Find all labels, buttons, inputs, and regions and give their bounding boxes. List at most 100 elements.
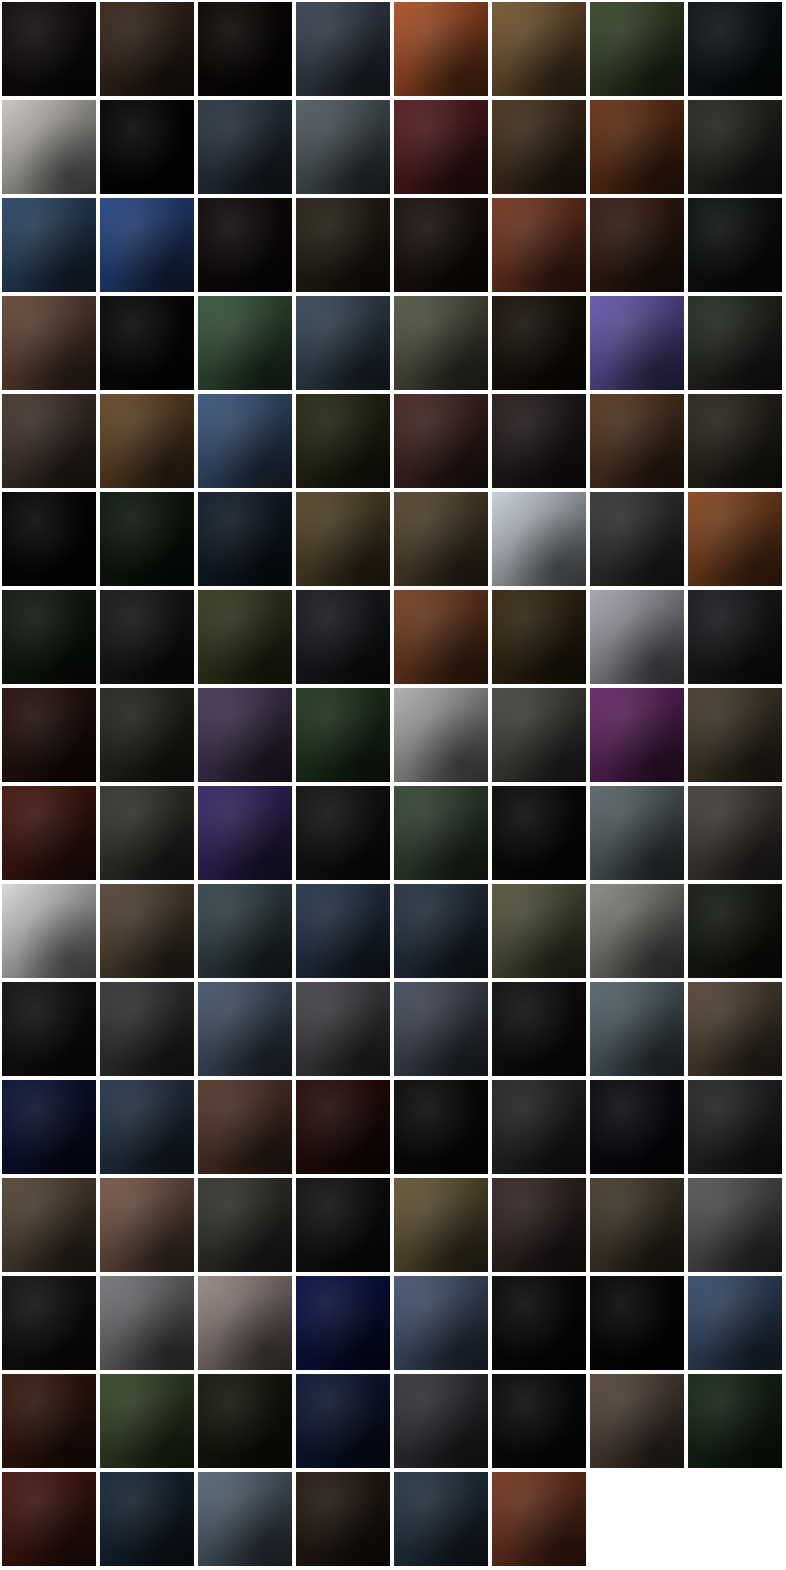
sample-image-tile bbox=[590, 296, 684, 390]
sample-image-tile bbox=[198, 590, 292, 684]
sample-image-tile bbox=[2, 688, 96, 782]
sample-image-tile bbox=[394, 1374, 488, 1468]
sample-image-tile bbox=[394, 786, 488, 880]
sample-image-tile bbox=[492, 1472, 586, 1566]
sample-image-tile bbox=[100, 1374, 194, 1468]
sample-image-tile bbox=[394, 1080, 488, 1174]
sample-image-tile bbox=[296, 296, 390, 390]
sample-image-tile bbox=[2, 394, 96, 488]
sample-image-tile bbox=[2, 1472, 96, 1566]
sample-image-tile bbox=[688, 590, 782, 684]
sample-image-tile bbox=[100, 1472, 194, 1566]
sample-image-tile bbox=[590, 100, 684, 194]
sample-image-tile bbox=[590, 1374, 684, 1468]
sample-image-tile bbox=[198, 1080, 292, 1174]
sample-image-tile bbox=[2, 1080, 96, 1174]
sample-image-tile bbox=[100, 982, 194, 1076]
sample-image-tile bbox=[296, 100, 390, 194]
sample-image-tile bbox=[492, 1276, 586, 1370]
sample-image-tile bbox=[394, 1472, 488, 1566]
sample-image-tile bbox=[296, 198, 390, 292]
sample-image-tile bbox=[2, 786, 96, 880]
sample-image-tile bbox=[492, 884, 586, 978]
sample-image-tile bbox=[688, 296, 782, 390]
sample-image-tile bbox=[198, 688, 292, 782]
sample-image-tile bbox=[2, 296, 96, 390]
sample-image-tile bbox=[590, 786, 684, 880]
sample-image-tile bbox=[394, 2, 488, 96]
sample-image-tile bbox=[100, 1276, 194, 1370]
sample-image-tile bbox=[688, 786, 782, 880]
sample-image-tile bbox=[492, 982, 586, 1076]
sample-image-tile bbox=[492, 492, 586, 586]
sample-image-tile bbox=[100, 1178, 194, 1272]
sample-image-tile bbox=[296, 982, 390, 1076]
sample-image-tile bbox=[688, 2, 782, 96]
sample-image-tile bbox=[688, 100, 782, 194]
sample-image-tile bbox=[100, 394, 194, 488]
sample-image-tile bbox=[296, 1178, 390, 1272]
sample-image-tile bbox=[394, 198, 488, 292]
sample-image-tile bbox=[688, 1080, 782, 1174]
sample-image-tile bbox=[492, 100, 586, 194]
sample-image-tile bbox=[590, 590, 684, 684]
sample-image-tile bbox=[198, 1472, 292, 1566]
sample-image-tile bbox=[688, 394, 782, 488]
sample-image-tile bbox=[394, 884, 488, 978]
sample-image-tile bbox=[198, 2, 292, 96]
sample-image-tile bbox=[590, 198, 684, 292]
sample-image-tile bbox=[590, 2, 684, 96]
sample-image-tile bbox=[2, 884, 96, 978]
sample-image-tile bbox=[296, 1080, 390, 1174]
sample-image-tile bbox=[2, 198, 96, 292]
sample-image-tile bbox=[100, 492, 194, 586]
sample-image-tile bbox=[492, 198, 586, 292]
sample-image-tile bbox=[688, 982, 782, 1076]
sample-image-tile bbox=[198, 1374, 292, 1468]
sample-image-tile bbox=[590, 1080, 684, 1174]
sample-image-tile bbox=[394, 100, 488, 194]
sample-image-tile bbox=[198, 786, 292, 880]
sample-image-tile bbox=[2, 492, 96, 586]
sample-image-tile bbox=[2, 590, 96, 684]
sample-image-tile bbox=[296, 590, 390, 684]
sample-image-tile bbox=[2, 100, 96, 194]
sample-image-tile bbox=[492, 590, 586, 684]
sample-image-tile bbox=[492, 2, 586, 96]
sample-image-tile bbox=[394, 1178, 488, 1272]
sample-image-tile bbox=[394, 688, 488, 782]
sample-image-tile bbox=[100, 590, 194, 684]
sample-image-tile bbox=[688, 688, 782, 782]
sample-image-tile bbox=[198, 296, 292, 390]
sample-image-tile bbox=[296, 1472, 390, 1566]
sample-image-tile bbox=[394, 982, 488, 1076]
sample-image-tile bbox=[2, 982, 96, 1076]
sample-image-tile bbox=[394, 492, 488, 586]
sample-image-tile bbox=[2, 1178, 96, 1272]
sample-image-tile bbox=[492, 296, 586, 390]
sample-image-tile bbox=[296, 394, 390, 488]
sample-image-tile bbox=[688, 1374, 782, 1468]
sample-image-tile bbox=[100, 1080, 194, 1174]
sample-image-tile bbox=[688, 198, 782, 292]
sample-image-tile bbox=[492, 688, 586, 782]
sample-image-tile bbox=[590, 688, 684, 782]
sample-image-tile bbox=[590, 1276, 684, 1370]
sample-image-tile bbox=[296, 2, 390, 96]
sample-image-tile bbox=[198, 1178, 292, 1272]
sample-image-tile bbox=[590, 1178, 684, 1272]
sample-image-tile bbox=[198, 198, 292, 292]
sample-image-tile bbox=[590, 884, 684, 978]
sample-image-tile bbox=[590, 492, 684, 586]
sample-image-tile bbox=[688, 492, 782, 586]
sample-image-tile bbox=[394, 394, 488, 488]
sample-image-tile bbox=[2, 1374, 96, 1468]
sample-image-tile bbox=[492, 786, 586, 880]
sample-image-tile bbox=[198, 1276, 292, 1370]
sample-image-tile bbox=[688, 1178, 782, 1272]
sample-image-tile bbox=[492, 1080, 586, 1174]
sample-image-tile bbox=[688, 1276, 782, 1370]
sample-image-tile bbox=[198, 100, 292, 194]
sample-image-tile bbox=[100, 198, 194, 292]
sample-image-tile bbox=[590, 982, 684, 1076]
